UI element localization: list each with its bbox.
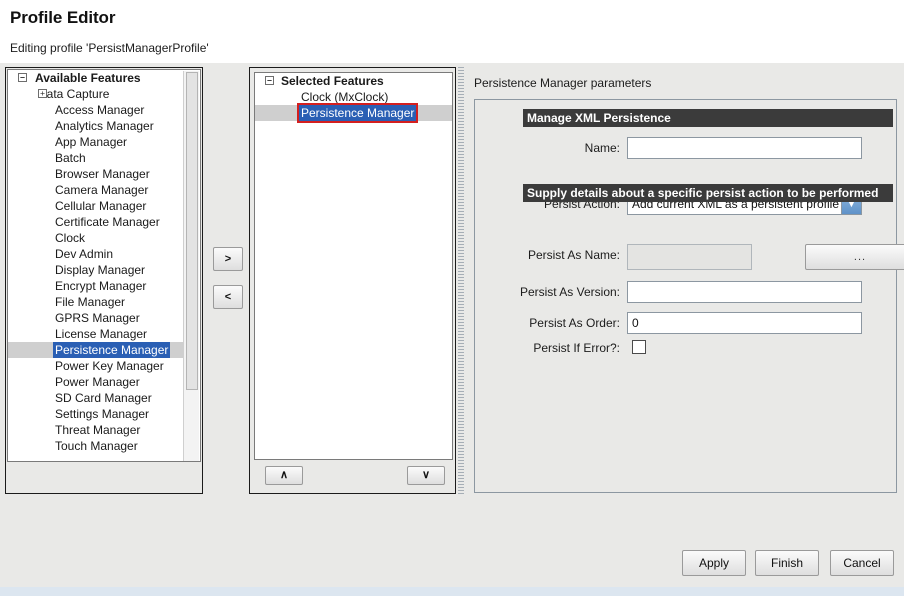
tree-item-label: Certificate Manager [53,214,162,230]
available-features-root-label: Available Features [33,70,143,86]
section-header-supply-details: Supply details about a specific persist … [523,184,893,202]
finish-button[interactable]: Finish [755,550,819,576]
tree-item-label: Batch [53,150,88,166]
tree-item-label: Settings Manager [53,406,151,422]
tree-item-label: License Manager [53,326,149,342]
minus-icon[interactable]: − [265,76,274,85]
persist-as-name-label: Persist As Name: [495,248,620,262]
tree-item-camera-manager[interactable]: Camera Manager [8,182,184,198]
tree-item-touch-manager[interactable]: Touch Manager [8,438,184,454]
persist-as-version-label: Persist As Version: [485,285,620,299]
selected-features-root-label: Selected Features [279,73,386,89]
tree-item-label: App Manager [53,134,129,150]
move-down-button[interactable]: ∨ [407,466,445,485]
selected-item-clock[interactable]: Clock (MxClock) [255,89,452,105]
cancel-button[interactable]: Cancel [830,550,894,576]
window-header: Profile Editor Editing profile 'PersistM… [0,0,904,63]
plus-icon[interactable]: + [38,89,47,98]
tree-item-persistence-manager[interactable]: Persistence Manager [8,342,184,358]
tree-item-threat-manager[interactable]: Threat Manager [8,422,184,438]
tree-item-label: GPRS Manager [53,310,142,326]
persist-if-error-label: Persist If Error?: [505,341,620,355]
tree-item-power-key-manager[interactable]: Power Key Manager [8,358,184,374]
tree-item-label: Encrypt Manager [53,278,148,294]
selected-features-tree[interactable]: − Selected Features Clock (MxClock) Pers… [254,72,453,460]
tree-item-license-manager[interactable]: License Manager [8,326,184,342]
tree-item-label: Persistence Manager [53,342,170,358]
tree-item-label: Camera Manager [53,182,150,198]
tree-item-label: Clock [53,230,87,246]
tree-item-label: Touch Manager [53,438,140,454]
selected-item-label: Persistence Manager [299,105,416,121]
available-features-root[interactable]: − Available Features [8,70,184,86]
tree-item-access-manager[interactable]: Access Manager [8,102,184,118]
tree-item-label: Threat Manager [53,422,142,438]
tree-item-label: Power Manager [53,374,142,390]
tree-item-label: Cellular Manager [53,198,148,214]
scrollbar-thumb[interactable] [186,72,198,390]
tree-item-encrypt-manager[interactable]: Encrypt Manager [8,278,184,294]
tree-item-data-capture[interactable]: + Data Capture [8,86,184,102]
tree-item-settings-manager[interactable]: Settings Manager [8,406,184,422]
tree-item-power-manager[interactable]: Power Manager [8,374,184,390]
tree-item-certificate-manager[interactable]: Certificate Manager [8,214,184,230]
tree-item-label: File Manager [53,294,127,310]
tree-item-label: Power Key Manager [53,358,166,374]
profile-editor-window: Profile Editor Editing profile 'PersistM… [0,0,904,596]
parameters-panel: Persistence Manager parameters Manage XM… [470,67,898,494]
selected-features-root[interactable]: − Selected Features [255,73,452,89]
persist-as-order-label: Persist As Order: [495,316,620,330]
tree-item-label: Display Manager [53,262,147,278]
tree-item-label: Browser Manager [53,166,152,182]
parameters-group: Manage XML Persistence Name: Persist Act… [474,99,897,493]
tree-item-data-capture-label: Data Capture [36,86,111,102]
parameters-caption: Persistence Manager parameters [474,76,651,90]
panel-splitter[interactable] [458,67,464,494]
selected-features-panel: − Selected Features Clock (MxClock) Pers… [249,67,456,494]
tree-item-browser-manager[interactable]: Browser Manager [8,166,184,182]
name-input[interactable] [627,137,862,159]
selected-item-persistence-manager[interactable]: Persistence Manager [255,105,452,121]
tree-item-batch[interactable]: Batch [8,150,184,166]
section-header-manage-xml-persistence: Manage XML Persistence [523,109,893,127]
persist-if-error-checkbox[interactable] [632,340,646,354]
tree-item-cellular-manager[interactable]: Cellular Manager [8,198,184,214]
tree-item-file-manager[interactable]: File Manager [8,294,184,310]
remove-feature-button[interactable]: < [213,285,243,309]
name-label: Name: [515,141,620,155]
available-features-scrollbar[interactable] [183,71,199,462]
tree-item-app-manager[interactable]: App Manager [8,134,184,150]
available-features-tree-content: − Available Features + Data Capture Acce… [8,70,184,461]
browse-button[interactable]: ... [805,244,904,270]
minus-icon[interactable]: − [18,73,27,82]
tree-item-gprs-manager[interactable]: GPRS Manager [8,310,184,326]
tree-item-label: Access Manager [53,102,146,118]
available-features-panel: − Available Features + Data Capture Acce… [5,67,203,494]
move-up-button[interactable]: ∧ [265,466,303,485]
tree-item-display-manager[interactable]: Display Manager [8,262,184,278]
status-strip [0,587,904,596]
tree-item-analytics-manager[interactable]: Analytics Manager [8,118,184,134]
page-title: Profile Editor [10,8,115,28]
persist-as-order-input[interactable] [627,312,862,334]
selected-item-label: Clock (MxClock) [299,89,390,105]
tree-item-label: Analytics Manager [53,118,156,134]
available-features-tree[interactable]: − Available Features + Data Capture Acce… [7,69,201,462]
persist-as-version-input[interactable] [627,281,862,303]
tree-item-sd-card-manager[interactable]: SD Card Manager [8,390,184,406]
tree-item-clock[interactable]: Clock [8,230,184,246]
persist-as-name-input[interactable] [627,244,752,270]
tree-item-dev-admin[interactable]: Dev Admin [8,246,184,262]
tree-item-label: Dev Admin [53,246,115,262]
add-feature-button[interactable]: > [213,247,243,271]
page-subtitle: Editing profile 'PersistManagerProfile' [10,41,209,55]
tree-item-label: SD Card Manager [53,390,154,406]
apply-button[interactable]: Apply [682,550,746,576]
